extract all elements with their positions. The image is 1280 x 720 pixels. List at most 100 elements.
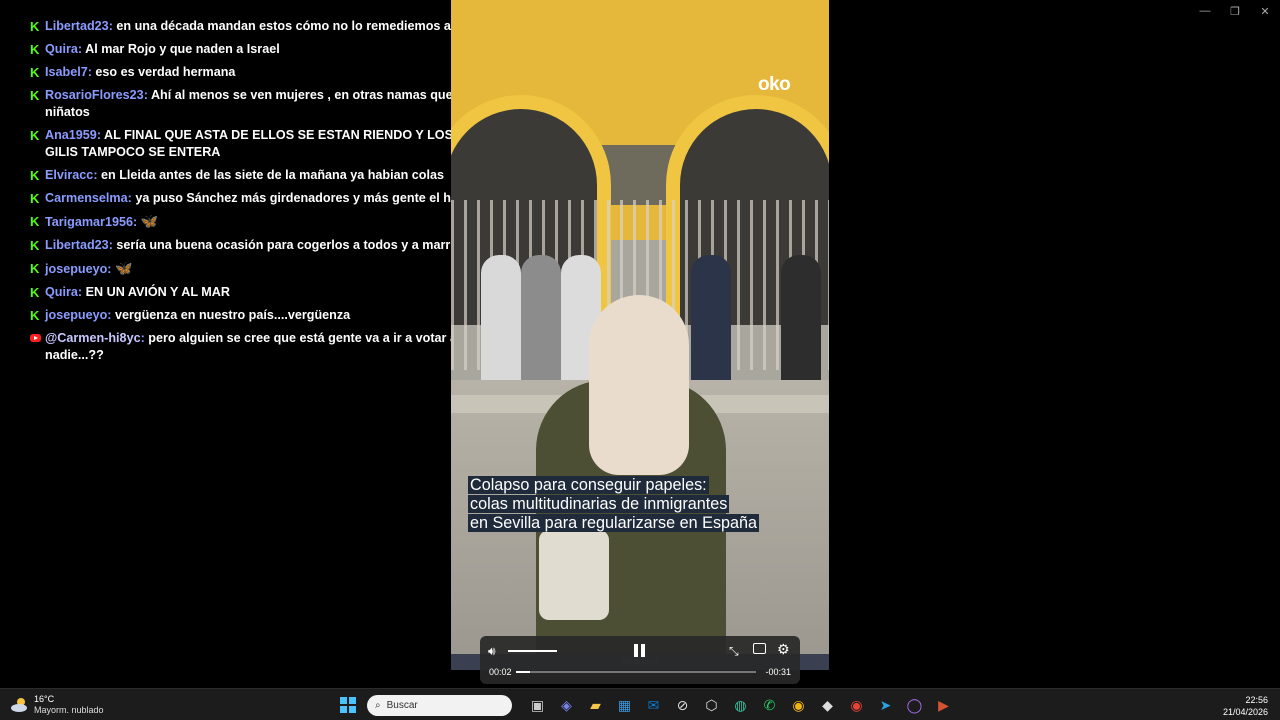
chat-message: K Quira: EN UN AVIÓN Y AL MAR [30,284,500,301]
kick-icon: K [30,42,40,57]
clock-time: 22:56 [1245,695,1268,705]
telegram-icon[interactable]: ➤ [874,694,897,716]
chat-text: AL FINAL QUE ASTA DE ELLOS SE ESTAN RIEN… [45,128,485,159]
file-explorer-icon[interactable]: ▰ [584,694,607,716]
kick-icon: K [30,285,40,300]
kick-icon: K [30,214,40,229]
chat-username[interactable]: Isabel7 [45,65,88,79]
kick-icon: K [30,191,40,206]
chat-username[interactable]: Tarigamar1956 [45,215,133,229]
kick-icon: K [30,261,40,276]
chat-message: K Libertad23: en una década mandan estos … [30,18,500,35]
chat-username[interactable]: Ana1959 [45,128,97,142]
progress-fill [516,671,531,673]
edge-icon[interactable]: ◍ [729,694,752,716]
weather-temp: 16°C [34,694,55,704]
taskbar: 16°C Mayorm. nublado ⌕ Buscar ▣ ◈ ▰ ▦ ✉ … [0,688,1280,720]
chat-message: Kjosepueyo: vergüenza en nuestro país...… [30,307,500,324]
weather-desc: Mayorm. nublado [34,705,104,715]
chat-message: K Carmenselma: ya puso Sánchez más girden… [30,190,500,207]
chat-message: @Carmen-hi8yc: pero alguien se cree que … [30,330,500,364]
system-clock[interactable]: 22:56 21/04/2026 [1223,694,1268,718]
video-frame[interactable]: oko Colapso para conseguir papeles: cola… [451,0,829,670]
outlook-icon[interactable]: ✉ [642,694,665,716]
chat-username[interactable]: Libertad23 [45,19,109,33]
app-icon-4[interactable]: ◯ [903,694,926,716]
search-input[interactable]: ⌕ Buscar [367,694,512,716]
butterfly-emote-icon: 🦋 [115,260,133,276]
pause-icon[interactable] [634,644,646,657]
player-controls: 🔊︎ ⤡ ⚙ 00:02 -00:31 [480,636,800,684]
caption-line: en Sevilla para regularizarse en España [468,514,760,532]
kick-icon: K [30,238,40,253]
chat-username[interactable]: RosarioFlores23 [45,88,144,102]
chat-text: ya puso Sánchez más girdenadores y más g… [135,191,470,205]
windows-start-icon[interactable] [336,694,359,716]
chat-username[interactable]: Elviracc [45,168,93,182]
kick-icon: K [30,168,40,183]
chat-text: sería una buena ocasión para cogerlos a … [116,238,487,252]
close-button[interactable]: ✕ [1250,0,1280,22]
chrome-icon[interactable]: ◉ [787,694,810,716]
current-time: 00:02 [489,667,512,677]
chat-text: en Lleida antes de las siete de la mañan… [101,168,445,182]
teams-icon[interactable]: ◈ [555,694,578,716]
chat-separator: : [93,168,102,182]
chat-message: Kjosepueyo: 🦋 [30,260,500,278]
chat-text: eso es verdad hermana [95,65,236,79]
chat-message: K RosarioFlores23: Ahí al menos se ven mu… [30,87,500,121]
video-scene-headscarf [589,295,689,475]
video-scene-person [481,255,521,385]
video-scene-person [781,255,821,385]
search-icon: ⌕ [375,699,381,711]
chat-separator: : [132,215,141,229]
progress-bar[interactable] [516,671,756,673]
store-icon[interactable]: ▦ [613,694,636,716]
video-scene-bag [539,530,609,620]
chat-username[interactable]: Libertad23 [45,238,109,252]
chat-separator: : [96,128,105,142]
chat-overlay: K Libertad23: en una década mandan estos … [30,18,500,370]
chat-message: K Quira: Al mar Rojo y que naden a Israel [30,41,500,58]
chat-message: K Libertad23: sería una buena ocasión par… [30,237,500,254]
chat-text: Al mar Rojo y que naden a Israel [85,42,280,56]
chat-username[interactable]: Quira [45,285,78,299]
video-scene-person [521,255,561,385]
app-icon-3[interactable]: ◆ [816,694,839,716]
app-icon-1[interactable]: ⊘ [671,694,694,716]
video-caption: Colapso para conseguir papeles: colas mu… [468,476,808,533]
kick-icon: K [30,308,40,323]
youtube-icon [30,334,41,342]
clock-date: 21/04/2026 [1222,707,1268,717]
volume-slider[interactable] [508,650,557,652]
shrink-icon[interactable]: ⤡ [729,644,739,658]
chat-separator: : [143,88,151,102]
chat-message: K Elviracc: en Lleida antes de las siete … [30,167,500,184]
maximize-button[interactable]: ❐ [1220,0,1250,22]
chrome-alt-icon[interactable]: ◉ [845,694,868,716]
butterfly-emote-icon: 🦋 [140,213,159,229]
volume-icon[interactable]: 🔊︎ [488,644,496,658]
chat-username[interactable]: josepueyo [45,308,107,322]
caption-line: Colapso para conseguir papeles: [468,476,709,494]
kick-icon: K [30,128,40,143]
chat-message: K Ana1959: AL FINAL QUE ASTA DE ELLOS SE … [30,127,500,161]
chat-username[interactable]: Quira [45,42,78,56]
gear-icon[interactable]: ⚙ [777,642,790,656]
chat-username[interactable]: Carmenselma [45,191,128,205]
picture-in-picture-icon[interactable] [753,643,766,654]
whatsapp-icon[interactable]: ✆ [758,694,781,716]
task-view-icon[interactable]: ▣ [526,694,549,716]
app-icon-2[interactable]: ⬡ [700,694,723,716]
minimize-button[interactable]: — [1190,0,1220,22]
weather-cloud-icon[interactable] [10,695,30,715]
chat-separator: : [107,308,115,322]
chat-text: vergüenza en nuestro país....vergüenza [115,308,351,322]
powerpoint-icon[interactable]: ▶ [932,694,955,716]
caption-line: colas multitudinarias de inmigrantes [468,495,730,513]
chat-separator: : [77,285,86,299]
kick-icon: K [30,19,40,34]
video-logo: oko [758,74,791,95]
chat-username[interactable]: josepueyo [45,262,107,276]
chat-username[interactable]: @Carmen-hi8yc [45,331,141,345]
